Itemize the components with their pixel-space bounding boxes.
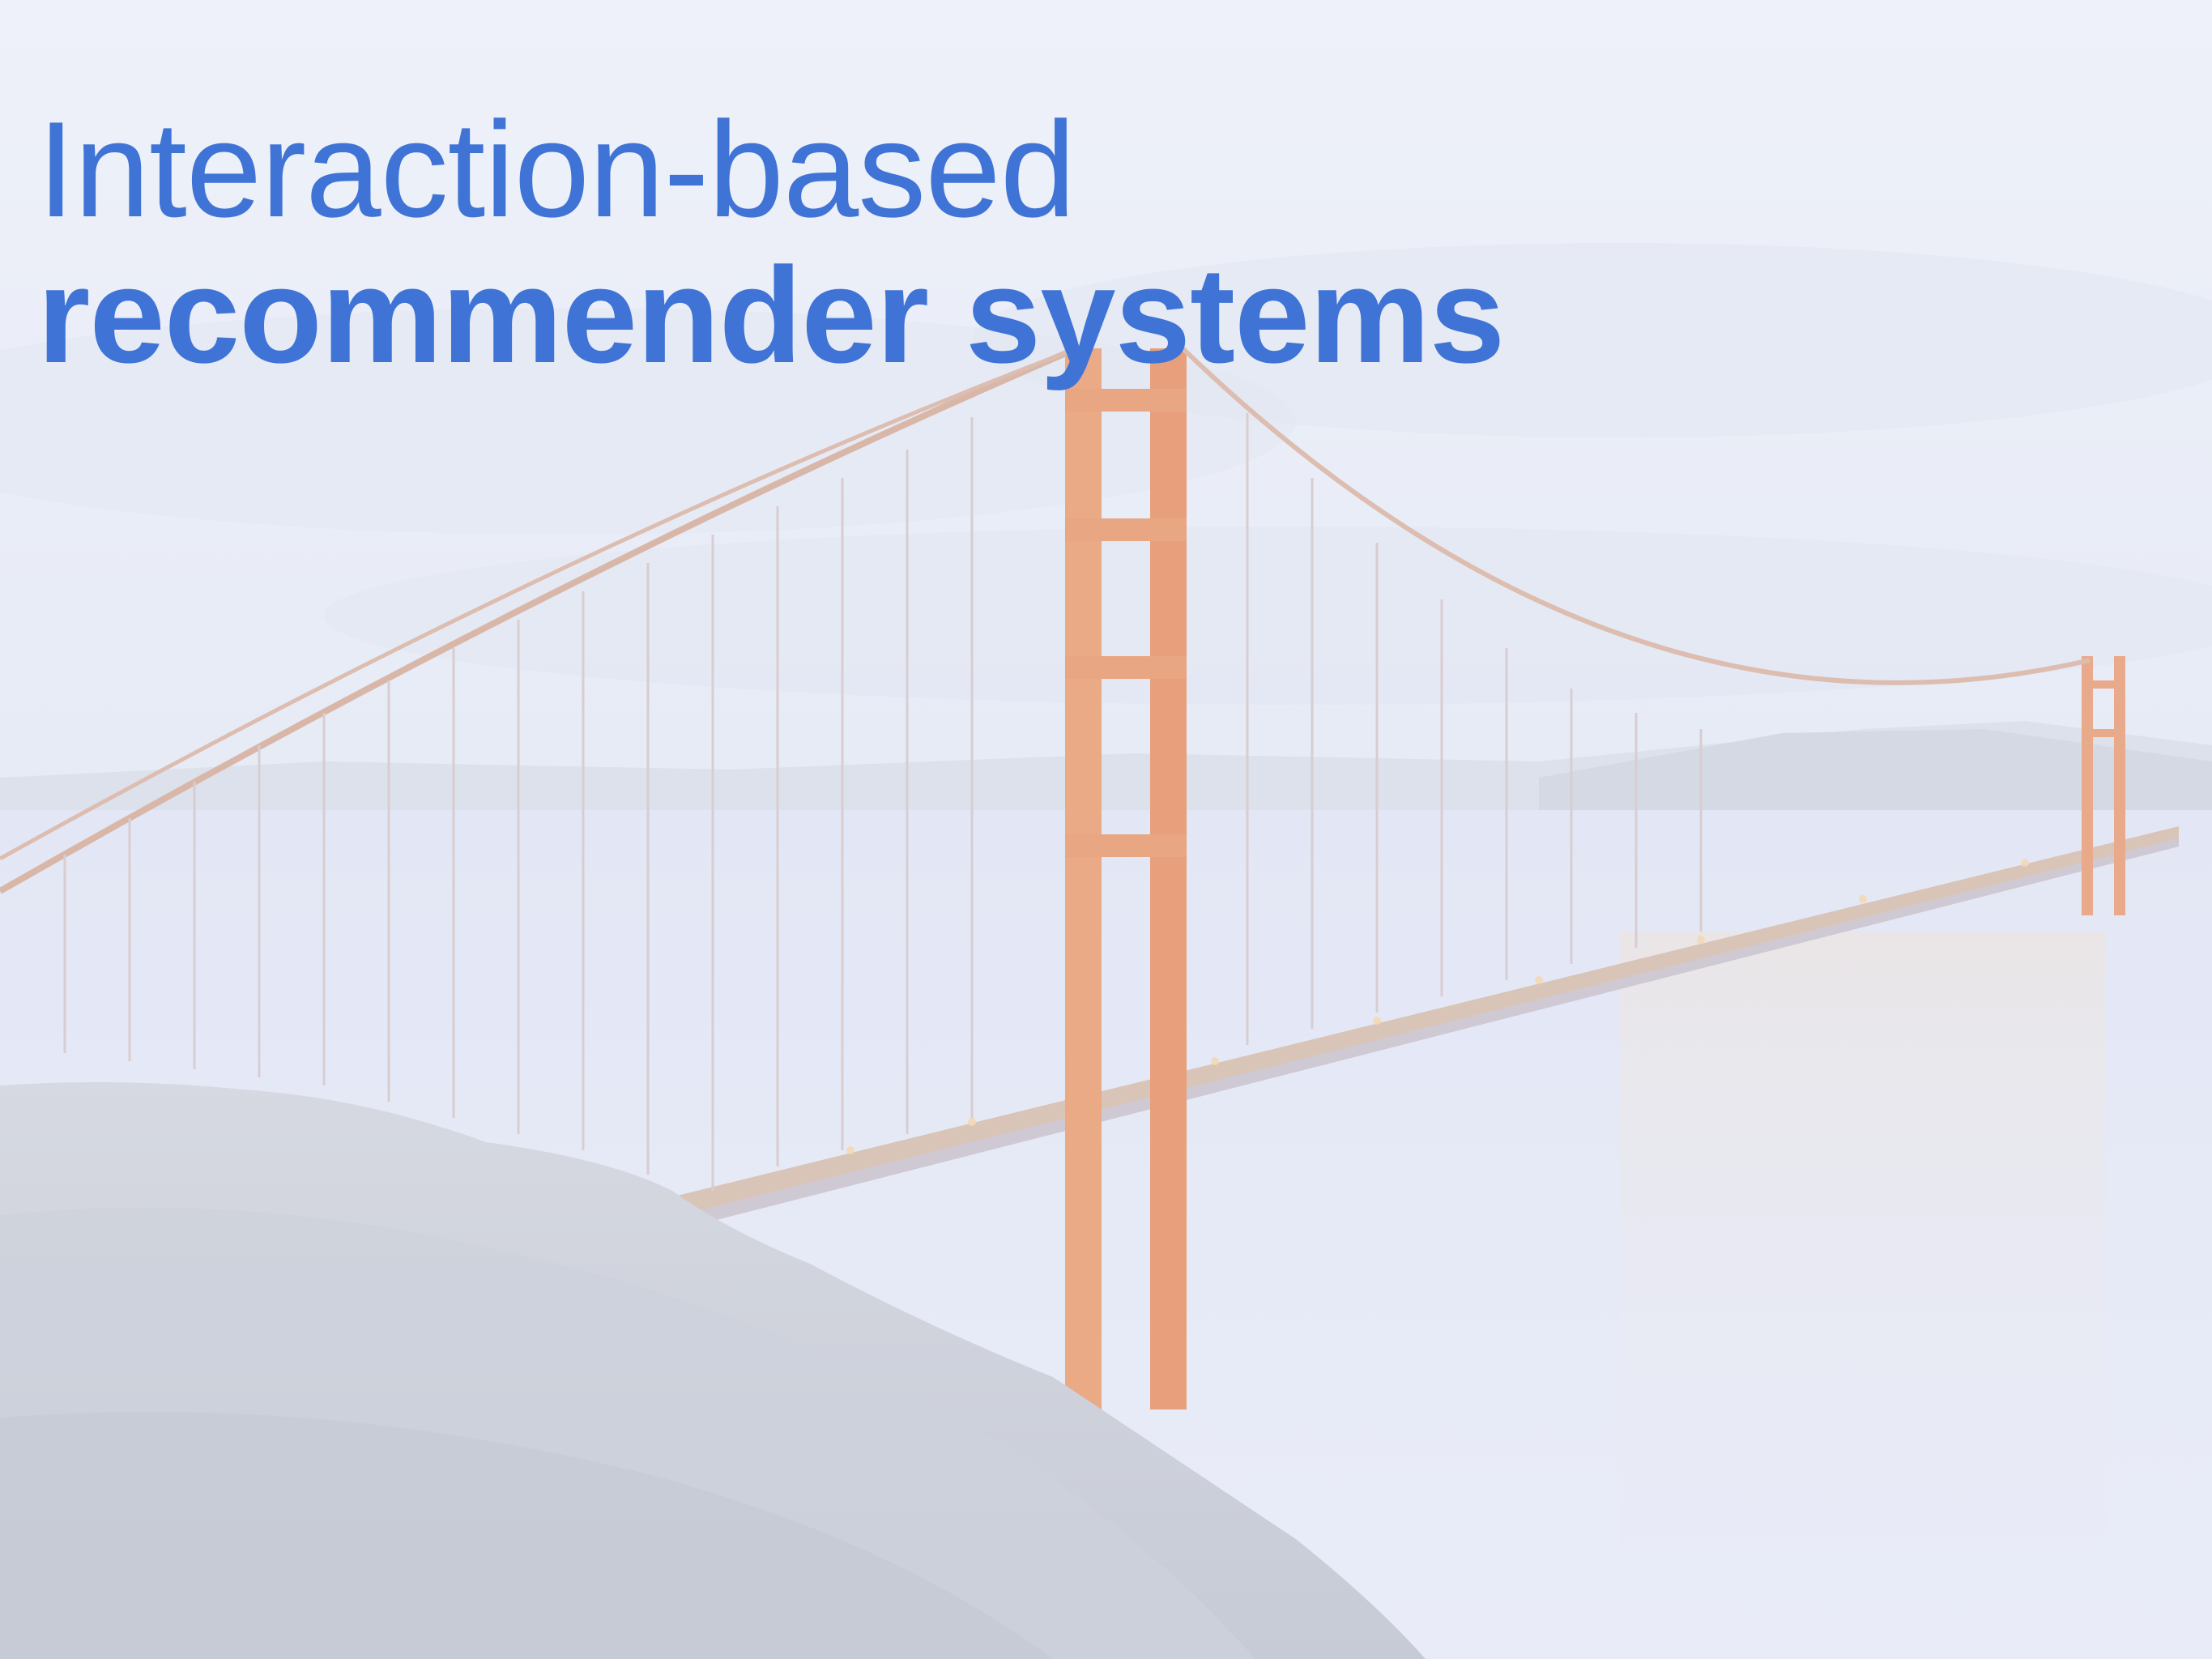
slide-title-line-2: recommender systems [37, 239, 1505, 391]
slide-title-line-1: Interaction-based [37, 93, 1076, 245]
slide: Interaction-based recommender systems [0, 0, 2212, 1659]
title-block: Interaction-based recommender systems [37, 97, 2062, 389]
